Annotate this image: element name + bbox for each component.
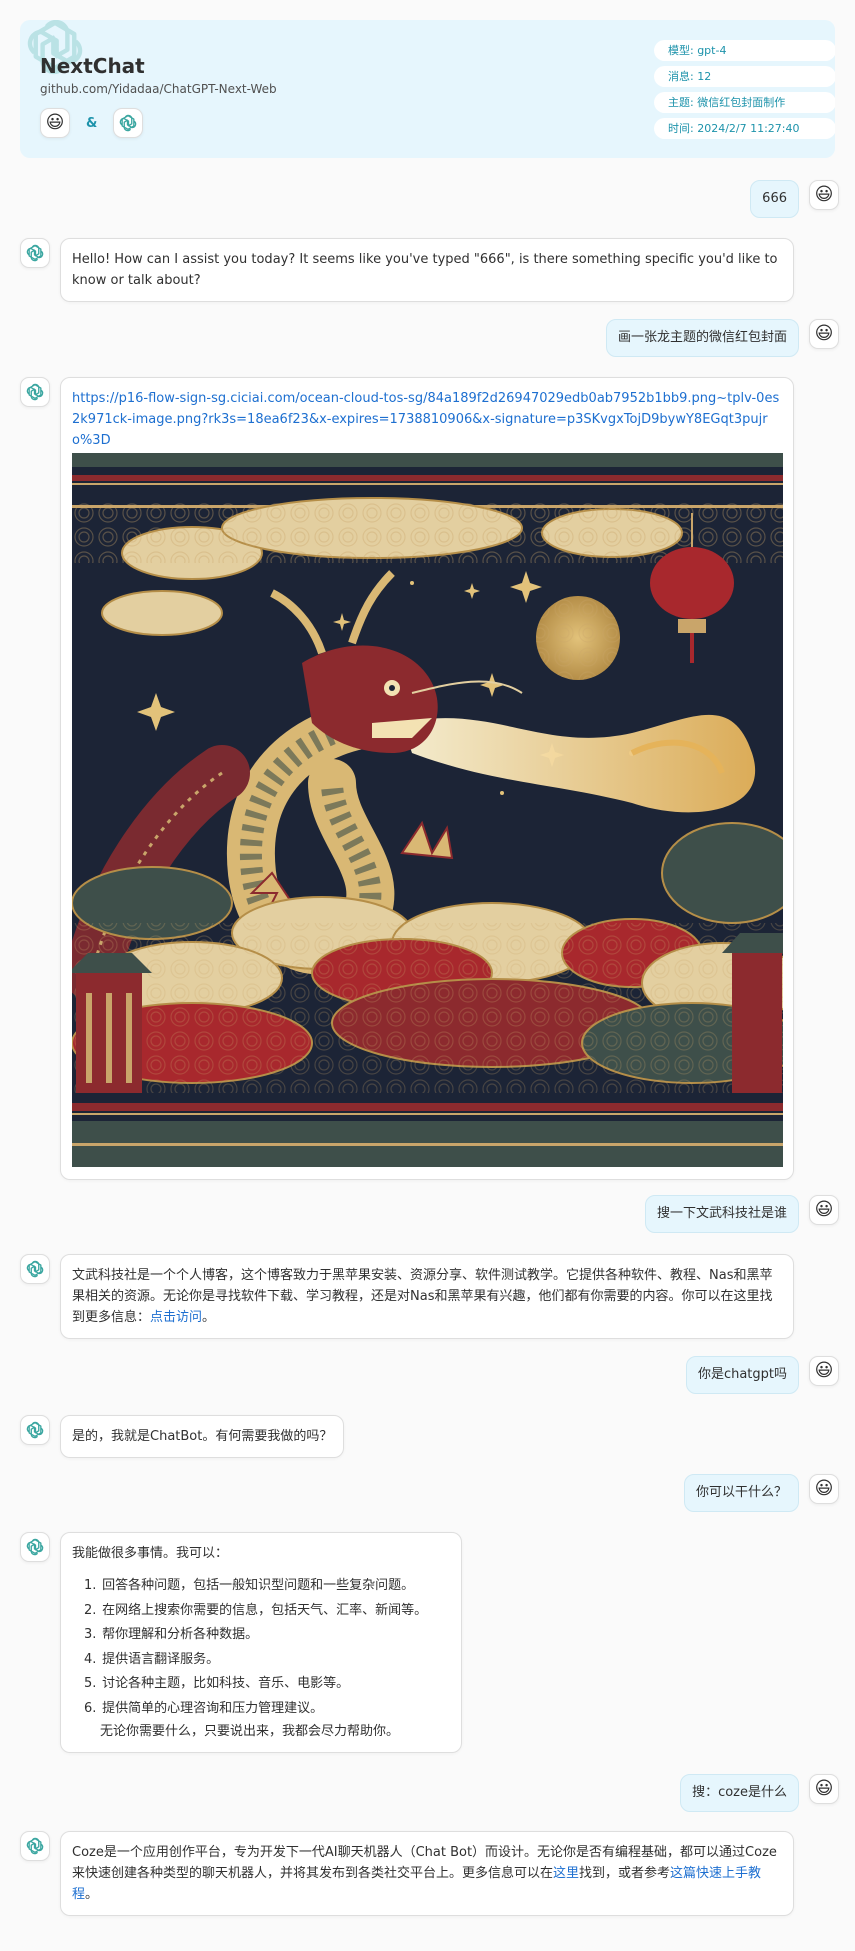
bot-closing: 无论你需要什么，只要说出来，我都会尽力帮助你。 [100,1723,400,1739]
user-message: 你可以干什么？ 😃 [683,1474,839,1512]
user-avatar: 😃 [809,319,839,349]
openai-logo-icon [25,243,45,263]
bot-avatar [20,1532,50,1562]
meta-model: 模型: gpt-4 [654,40,835,61]
bot-message: 我能做很多事情。我可以： 1. 回答各种问题，包括一般知识型问题和一些复杂问题。… [20,1532,462,1753]
list-item: 1. 回答各种问题，包括一般知识型问题和一些复杂问题。 [84,1578,415,1593]
user-avatar: 😃 [809,180,839,210]
openai-logo-icon [25,1836,45,1856]
user-message: 搜：coze是什么 😃 [680,1774,839,1812]
bot-avatar [20,377,50,407]
list-item-text: 讨论各种主题，比如科技、音乐、电影等。 [102,1676,350,1692]
bot-bubble: 我能做很多事情。我可以： 1. 回答各种问题，包括一般知识型问题和一些复杂问题。… [60,1532,462,1753]
visit-link[interactable]: 点击访问 [150,1310,202,1325]
bot-avatar [20,1831,50,1861]
list-item: 3. 帮你理解和分析各种数据。 [84,1627,259,1643]
bot-message: Coze是一个应用创作平台，专为开发下一代AI聊天机器人（Chat Bot）而设… [20,1831,794,1916]
smiley-emoji-icon: 😃 [814,323,834,344]
user-message: 画一张龙主题的微信红包封面 😃 [605,319,839,357]
list-item: 6. 提供简单的心理咨询和压力管理建议。 [84,1700,324,1716]
list-item-text: 提供简单的心理咨询和压力管理建议。 [102,1700,324,1716]
smiley-emoji-icon: 😃 [814,1360,834,1381]
bot-message: https://p16-flow-sign-sg.ciciai.com/ocea… [20,377,794,1180]
app-title: NextChat [40,54,145,78]
meta-time: 时间: 2024/2/7 11:27:40 [654,118,835,139]
openai-logo-icon [25,1259,45,1279]
bot-avatar [113,108,144,138]
bot-message: 是的，我就是ChatBot。有何需要我做的吗？ [20,1415,345,1458]
user-avatar: 😃 [809,1774,839,1804]
openai-logo-icon [25,1537,45,1557]
user-avatar: 😃 [809,1474,839,1504]
bot-text-mid: 找到，或者参考 [579,1866,671,1881]
user-bubble[interactable]: 你是chatgpt吗 [685,1356,799,1394]
user-message: 你是chatgpt吗 😃 [685,1356,839,1394]
list-item-text: 回答各种问题，包括一般知识型问题和一些复杂问题。 [102,1578,415,1593]
chat-meta: 模型: gpt-4 消息: 12 主题: 微信红包封面制作 时间: 2024/2… [654,40,835,144]
list-item: 4. 提供语言翻译服务。 [84,1651,220,1667]
list-item-text: 在网络上搜索你需要的信息，包括天气、汇率、新闻等。 [102,1602,428,1618]
bot-bubble[interactable]: 是的，我就是ChatBot。有何需要我做的吗？ [60,1415,345,1458]
user-bubble[interactable]: 搜一下文武科技社是谁 [644,1195,799,1233]
bot-intro: 我能做很多事情。我可以： [72,1546,229,1561]
user-message: 666 😃 [750,180,839,218]
bot-avatar [20,1415,50,1445]
user-avatar: 😃 [40,108,70,138]
dragon-illustration [72,453,783,1167]
smiley-emoji-icon: 😃 [814,1778,834,1799]
list-item-text: 帮你理解和分析各种数据。 [102,1627,259,1643]
user-bubble[interactable]: 666 [750,180,799,218]
list-item: 5. 讨论各种主题，比如科技、音乐、电影等。 [84,1676,350,1692]
user-message: 搜一下文武科技社是谁 😃 [644,1195,839,1233]
smiley-emoji-icon: 😃 [45,112,65,133]
openai-logo-icon [25,1420,45,1440]
bot-avatar [20,238,50,268]
generated-dragon-image[interactable] [72,453,783,1167]
user-avatar: 😃 [809,1195,839,1225]
bot-bubble: 文武科技社是一个个人博客，这个博客致力于黑苹果安装、资源分享、软件测试教学。它提… [60,1254,794,1339]
user-bubble[interactable]: 画一张龙主题的微信红包封面 [605,319,799,357]
openai-logo-icon [25,382,45,402]
image-url-link[interactable]: https://p16-flow-sign-sg.ciciai.com/ocea… [72,388,782,451]
amp-separator: & [86,115,98,131]
chat-header: NextChat github.com/Yidadaa/ChatGPT-Next… [20,20,835,158]
meta-messages: 消息: 12 [654,66,835,87]
list-item: 2. 在网络上搜索你需要的信息，包括天气、汇率、新闻等。 [84,1602,428,1618]
openai-logo-icon [118,113,138,133]
bot-text-end: 。 [85,1887,99,1902]
smiley-emoji-icon: 😃 [814,1199,834,1220]
bot-avatar [20,1254,50,1284]
here-link[interactable]: 这里 [553,1866,579,1881]
smiley-emoji-icon: 😃 [814,184,834,205]
bot-message: 文武科技社是一个个人博客，这个博客致力于黑苹果安装、资源分享、软件测试教学。它提… [20,1254,794,1339]
participants: 😃 & [40,108,144,138]
user-avatar: 😃 [809,1356,839,1386]
list-item-text: 提供语言翻译服务。 [102,1651,220,1667]
user-bubble[interactable]: 搜：coze是什么 [680,1774,799,1812]
bot-bubble: https://p16-flow-sign-sg.ciciai.com/ocea… [60,377,794,1180]
repo-subtitle: github.com/Yidadaa/ChatGPT-Next-Web [40,82,277,96]
bot-text-end: 。 [202,1310,216,1325]
meta-topic: 主题: 微信红包封面制作 [654,92,835,113]
bot-message: Hello! How can I assist you today? It se… [20,238,794,302]
bot-bubble[interactable]: Hello! How can I assist you today? It se… [60,238,794,302]
smiley-emoji-icon: 😃 [814,1478,834,1499]
capability-list: 1. 回答各种问题，包括一般知识型问题和一些复杂问题。 2. 在网络上搜索你需要… [72,1574,450,1722]
bot-bubble: Coze是一个应用创作平台，专为开发下一代AI聊天机器人（Chat Bot）而设… [60,1831,794,1916]
user-bubble[interactable]: 你可以干什么？ [683,1474,799,1512]
